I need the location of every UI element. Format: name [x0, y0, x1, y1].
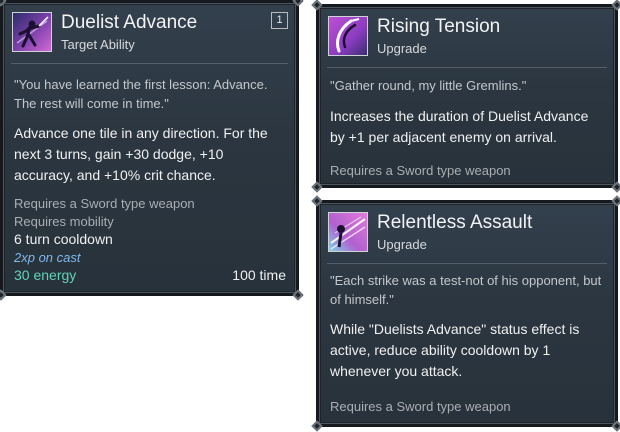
cooldown-text: 6 turn cooldown — [14, 231, 113, 247]
sword-slash-icon — [328, 16, 368, 56]
card-title: Relentless Assault — [377, 212, 533, 233]
frame-corner — [311, 420, 323, 432]
upgrade-description: While "Duelists Advance" status effect i… — [330, 321, 580, 379]
requirement-weapon: Requires a Sword type weapon — [330, 399, 511, 414]
upgrade-description: Increases the duration of Duelist Advanc… — [330, 108, 589, 145]
upgrade-card-rising-tension: Rising Tension Upgrade "Gather round, my… — [311, 0, 620, 193]
requirement-mobility: Requires mobility — [14, 214, 114, 229]
flavor-quote: "You have learned the first lesson: Adva… — [14, 77, 268, 111]
level-badge: 1 — [271, 12, 288, 29]
time-cost: 100 time — [232, 267, 286, 283]
frame-corner — [311, 181, 323, 193]
frame-corner — [611, 0, 620, 11]
frame-corner — [611, 195, 620, 207]
requirement-weapon: Requires a Sword type weapon — [14, 196, 195, 211]
card-type: Target Ability — [61, 37, 135, 52]
flurry-strikes-icon — [328, 212, 368, 252]
frame-corner — [292, 0, 304, 7]
divider — [11, 63, 288, 64]
card-title: Rising Tension — [377, 16, 501, 37]
ability-card-duelist-advance: Duelist Advance Target Ability 1 "You ha… — [0, 0, 304, 301]
upgrade-card-relentless-assault: Relentless Assault Upgrade "Each strike … — [311, 195, 620, 432]
ability-description: Advance one tile in any direction. For t… — [14, 125, 268, 183]
frame-corner — [0, 289, 7, 301]
duelist-swordsman-icon — [12, 12, 52, 52]
card-type: Upgrade — [377, 41, 427, 56]
requirement-weapon: Requires a Sword type weapon — [330, 163, 511, 178]
flavor-quote: "Gather round, my little Gremlins." — [330, 78, 527, 93]
card-type: Upgrade — [377, 237, 427, 252]
divider — [327, 67, 607, 68]
card-title: Duelist Advance — [61, 12, 198, 33]
xp-text: 2xp on cast — [14, 250, 81, 265]
divider — [327, 263, 607, 264]
flavor-quote: "Each strike was a test-not of his oppon… — [330, 273, 602, 307]
